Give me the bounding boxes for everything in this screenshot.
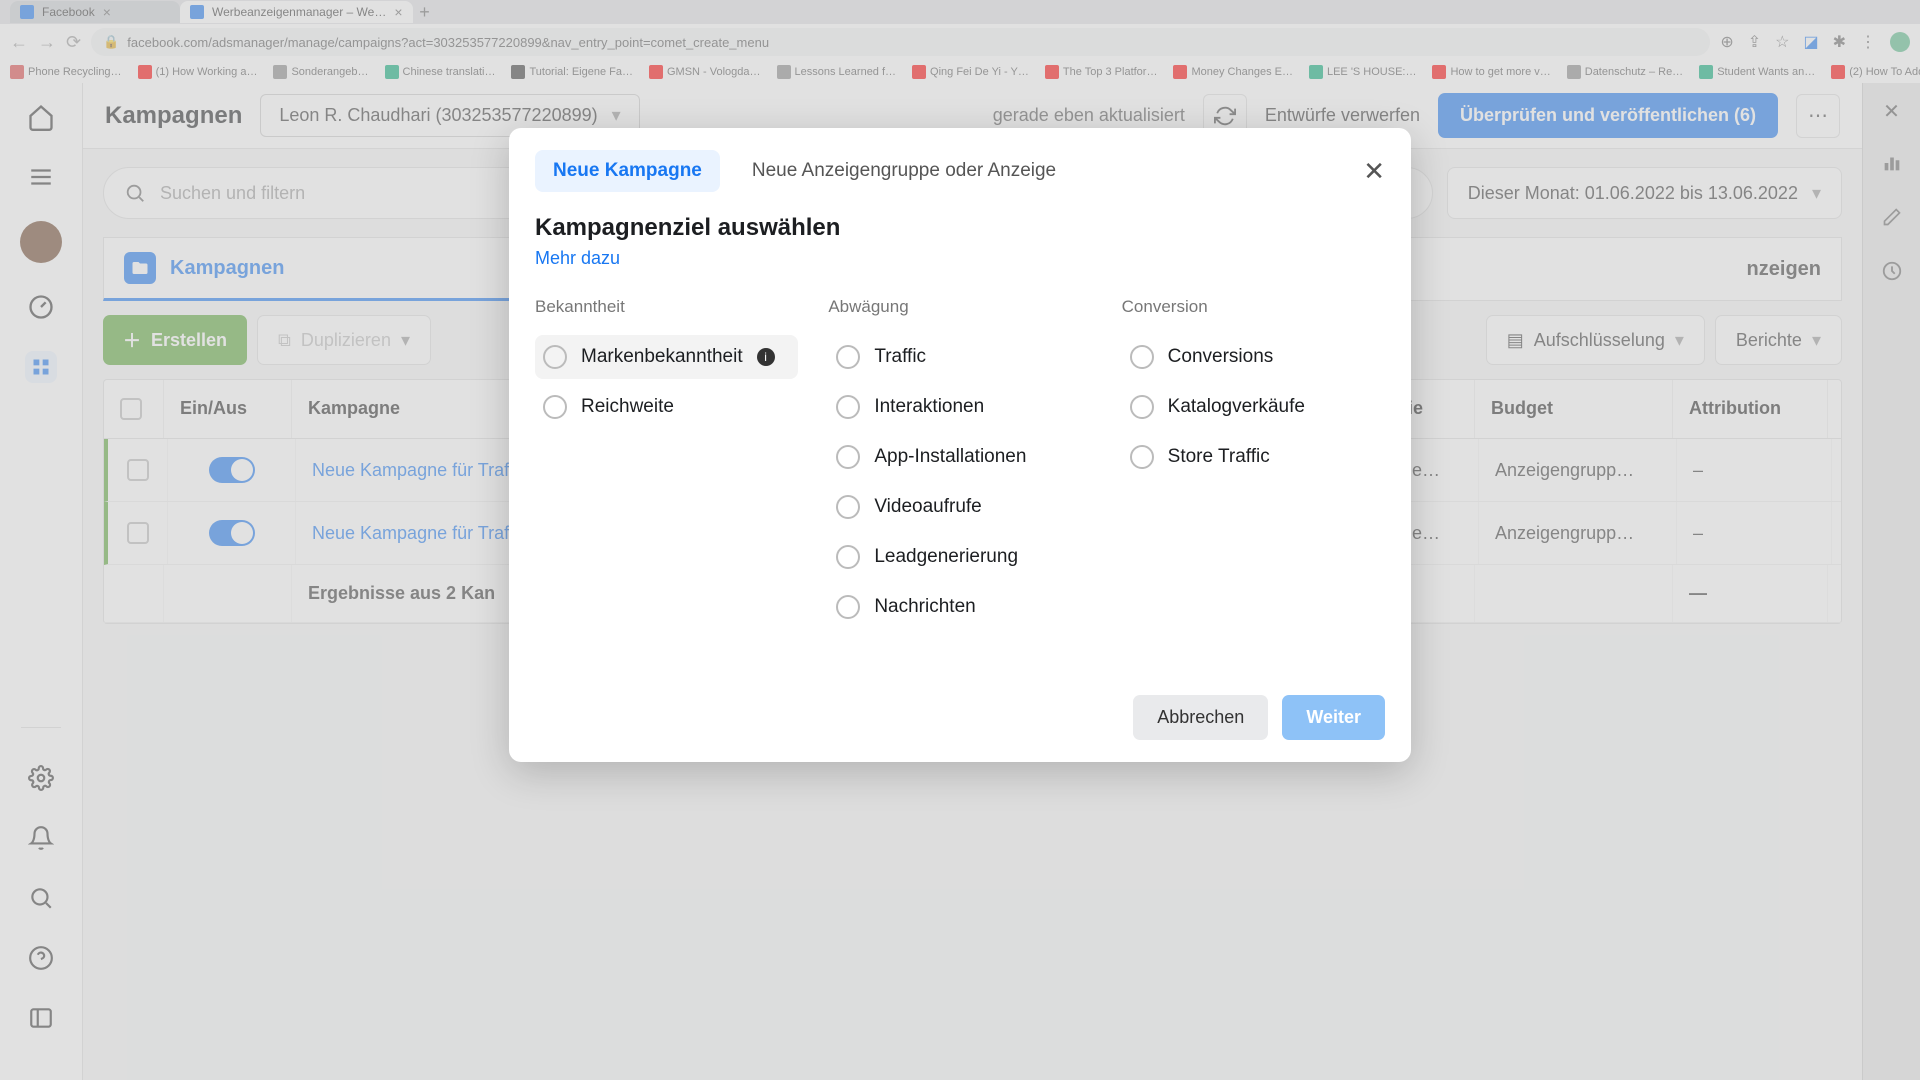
obj-label: Store Traffic xyxy=(1168,446,1270,468)
cancel-button[interactable]: Abbrechen xyxy=(1133,695,1268,740)
learn-more-link[interactable]: Mehr dazu xyxy=(535,248,1385,269)
info-icon[interactable]: i xyxy=(757,348,775,366)
radio-icon xyxy=(836,445,860,469)
radio-icon xyxy=(1130,345,1154,369)
objective-engagement[interactable]: Interaktionen xyxy=(828,385,1091,429)
objective-catalog[interactable]: Katalogverkäufe xyxy=(1122,385,1385,429)
objective-brand-awareness[interactable]: Markenbekanntheit i xyxy=(535,335,798,379)
next-button[interactable]: Weiter xyxy=(1282,695,1385,740)
radio-icon xyxy=(836,595,860,619)
objective-messages[interactable]: Nachrichten xyxy=(828,585,1091,629)
objective-reach[interactable]: Reichweite xyxy=(535,385,798,429)
radio-icon xyxy=(1130,445,1154,469)
obj-label: Katalogverkäufe xyxy=(1168,396,1305,418)
obj-label: Traffic xyxy=(874,346,926,368)
col-head: Conversion xyxy=(1122,297,1385,317)
radio-icon xyxy=(836,395,860,419)
col-consideration: Abwägung Traffic Interaktionen App-Insta… xyxy=(828,297,1091,635)
radio-icon xyxy=(836,345,860,369)
objective-store-traffic[interactable]: Store Traffic xyxy=(1122,435,1385,479)
campaign-objective-modal: Neue Kampagne Neue Anzeigengruppe oder A… xyxy=(509,128,1411,762)
radio-icon xyxy=(543,395,567,419)
objective-app-installs[interactable]: App-Installationen xyxy=(828,435,1091,479)
obj-label: Reichweite xyxy=(581,396,674,418)
col-awareness: Bekanntheit Markenbekanntheit i Reichwei… xyxy=(535,297,798,635)
radio-icon xyxy=(836,545,860,569)
col-head: Bekanntheit xyxy=(535,297,798,317)
objective-conversions[interactable]: Conversions xyxy=(1122,335,1385,379)
radio-icon xyxy=(1130,395,1154,419)
objective-video-views[interactable]: Videoaufrufe xyxy=(828,485,1091,529)
objective-traffic[interactable]: Traffic xyxy=(828,335,1091,379)
col-head: Abwägung xyxy=(828,297,1091,317)
modal-tab-new[interactable]: Neue Kampagne xyxy=(535,150,720,192)
modal-title: Kampagnenziel auswählen xyxy=(535,214,1385,242)
obj-label: Interaktionen xyxy=(874,396,984,418)
modal-tab-existing[interactable]: Neue Anzeigengruppe oder Anzeige xyxy=(734,150,1074,192)
obj-label: Leadgenerierung xyxy=(874,546,1018,568)
obj-label: Nachrichten xyxy=(874,596,975,618)
modal-overlay[interactable]: Neue Kampagne Neue Anzeigengruppe oder A… xyxy=(0,0,1920,1080)
obj-label: App-Installationen xyxy=(874,446,1026,468)
obj-label: Markenbekanntheit xyxy=(581,346,743,368)
obj-label: Conversions xyxy=(1168,346,1274,368)
objective-lead-gen[interactable]: Leadgenerierung xyxy=(828,535,1091,579)
close-icon[interactable]: ✕ xyxy=(1363,156,1385,187)
col-conversion: Conversion Conversions Katalogverkäufe S… xyxy=(1122,297,1385,635)
obj-label: Videoaufrufe xyxy=(874,496,981,518)
radio-icon xyxy=(836,495,860,519)
radio-icon xyxy=(543,345,567,369)
